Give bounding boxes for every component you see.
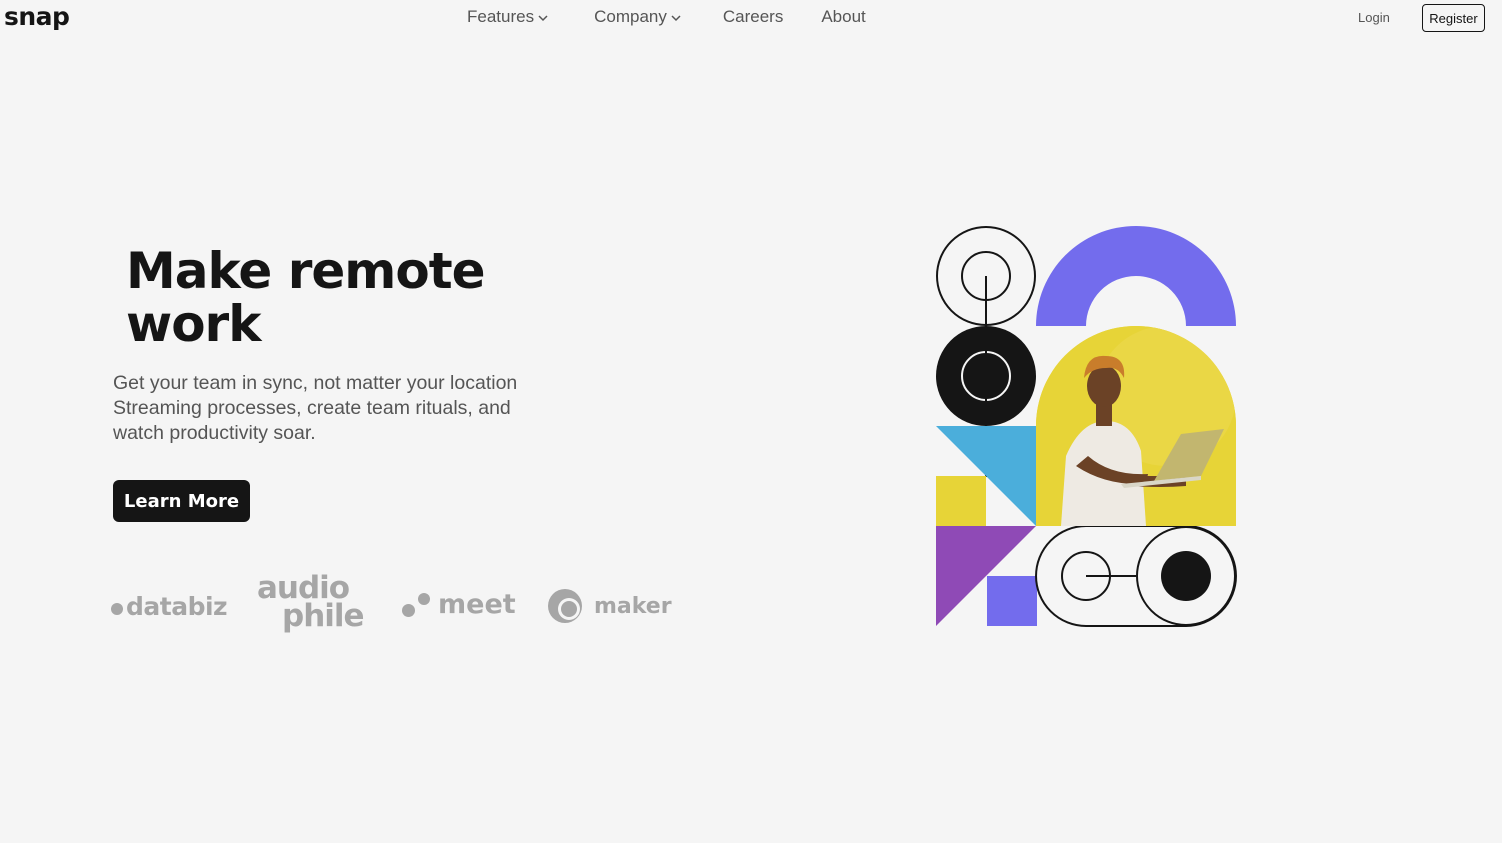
nav-company-label: Company [594,7,667,26]
chevron-down-icon [538,15,548,22]
maker-wordmark: maker [594,593,672,619]
maker-icon [548,589,582,623]
hero-title: Make remote work [126,242,486,353]
snap-logo[interactable]: snap [4,2,70,31]
databiz-wordmark: databiz [126,592,228,621]
person-laptop-image [1036,326,1236,526]
nav-about[interactable]: About [821,7,865,27]
nav-careers-label: Careers [722,7,784,26]
meet-wordmark: meet [438,589,516,620]
client-logo-audiophile: audio phile [257,573,365,634]
register-button[interactable]: Register [1422,4,1485,32]
nav-about-label: About [821,7,866,26]
nav-company[interactable]: Company [594,7,682,27]
nav-features[interactable]: Features [467,7,549,27]
hero-illustration [935,225,1237,627]
main-nav: Features Company Careers About [467,7,866,27]
meet-dots-icon [402,590,432,620]
hero-photo-person-with-laptop [1036,326,1236,526]
client-logo-databiz: databiz [111,592,228,621]
landing-page: snap Features Company Careers About Logi… [0,0,1502,843]
learn-more-button[interactable]: Learn More [113,480,250,522]
nav-careers[interactable]: Careers [723,7,783,27]
client-logo-meet: meet [402,589,516,620]
hero-description: Get your team in sync, not matter your l… [113,372,518,444]
databiz-dot-icon [111,602,123,615]
nav-features-label: Features [467,7,535,26]
login-link[interactable]: Login [1358,10,1390,25]
audiophile-wordmark-bottom: phile [282,598,365,634]
client-logo-maker: maker [547,588,672,624]
chevron-down-icon [671,15,681,22]
